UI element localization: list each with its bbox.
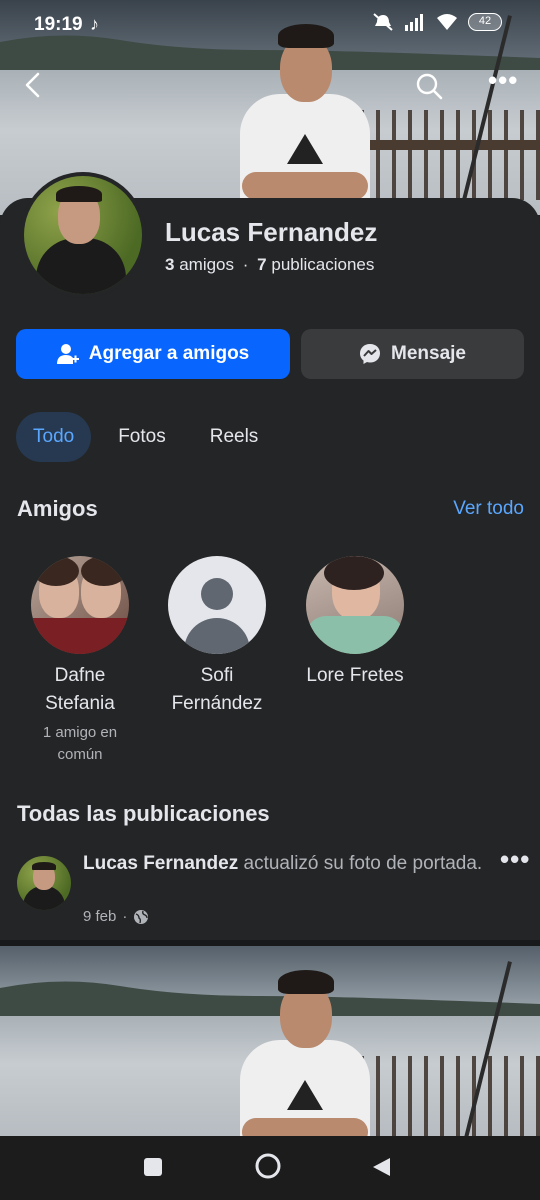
mute-icon: [373, 13, 393, 31]
friends-count[interactable]: 3: [165, 255, 174, 274]
tab-fotos[interactable]: Fotos: [101, 412, 183, 462]
friend-name-line2[interactable]: Stefania: [10, 690, 150, 718]
cover-person: [240, 22, 370, 215]
posts-label: publicaciones: [271, 255, 375, 274]
post-action-text: actualizó su foto de portada.: [243, 853, 483, 874]
post-meta: 9 feb ·: [83, 908, 149, 925]
friend-avatar[interactable]: [31, 556, 129, 654]
friend-name-line1[interactable]: Sofi: [147, 662, 287, 690]
friends-label[interactable]: amigos: [179, 255, 234, 274]
friends-section-title: Amigos: [17, 496, 98, 521]
add-friend-button[interactable]: Agregar a amigos: [16, 329, 290, 379]
profile-tabs: Todo Fotos Reels: [16, 412, 275, 462]
stats-separator: ·: [242, 255, 249, 274]
friend-avatar[interactable]: [306, 556, 404, 654]
friend-name-line1[interactable]: Lore Fretes: [285, 662, 425, 690]
recents-icon[interactable]: [142, 1156, 164, 1178]
mutual-friends-line1: 1 amigo en: [42, 724, 118, 741]
globe-icon: [134, 909, 149, 924]
search-icon[interactable]: [415, 72, 443, 100]
profile-name: Lucas Fernandez: [165, 217, 378, 247]
post-date[interactable]: 9 feb: [83, 908, 116, 925]
status-bar: 19:19 ♪ 42: [0, 0, 540, 48]
message-button[interactable]: Mensaje: [301, 329, 524, 379]
back-icon[interactable]: [370, 1156, 392, 1178]
tiktok-icon: ♪: [90, 14, 99, 34]
post-author-name[interactable]: Lucas Fernandez: [83, 853, 238, 874]
home-icon[interactable]: [254, 1152, 282, 1180]
post-author-avatar[interactable]: [17, 856, 71, 910]
post-header-text: Lucas Fernandez actualizó su foto de por…: [83, 851, 483, 877]
add-friend-label: Agregar a amigos: [88, 343, 250, 364]
signal-icon: [405, 14, 423, 31]
system-navigation-bar: [0, 1136, 540, 1200]
friend-card[interactable]: Sofi Fernández: [147, 556, 287, 718]
message-label: Mensaje: [391, 343, 466, 364]
post-person: [240, 968, 370, 1136]
mutual-friends-line2: común: [57, 746, 103, 763]
post-meta-separator: ·: [122, 908, 128, 925]
friend-name-line2[interactable]: Fernández: [147, 690, 287, 718]
status-time: 19:19: [34, 14, 83, 35]
post-options-icon[interactable]: •••: [500, 846, 530, 872]
see-all-friends-link[interactable]: Ver todo: [453, 498, 524, 520]
back-arrow-icon[interactable]: [18, 70, 48, 100]
tab-reels[interactable]: Reels: [193, 412, 276, 462]
add-friend-icon: [56, 344, 79, 364]
posts-section-title: Todas las publicaciones: [17, 801, 270, 826]
friend-card[interactable]: Lore Fretes: [285, 556, 425, 690]
more-options-icon[interactable]: •••: [488, 67, 518, 100]
wifi-icon: [437, 14, 457, 30]
friend-name-line1[interactable]: Dafne: [10, 662, 150, 690]
profile-stats: 3 amigos · 7 publicaciones: [165, 255, 374, 275]
messenger-icon: [360, 344, 380, 364]
profile-avatar[interactable]: [20, 172, 146, 298]
battery-icon: 42: [468, 13, 502, 31]
friend-card[interactable]: Dafne Stefania 1 amigo en común: [10, 556, 150, 766]
tab-todo[interactable]: Todo: [16, 412, 92, 462]
friend-avatar-default[interactable]: [168, 556, 266, 654]
posts-count: 7: [257, 255, 267, 274]
post-photo[interactable]: [0, 946, 540, 1136]
